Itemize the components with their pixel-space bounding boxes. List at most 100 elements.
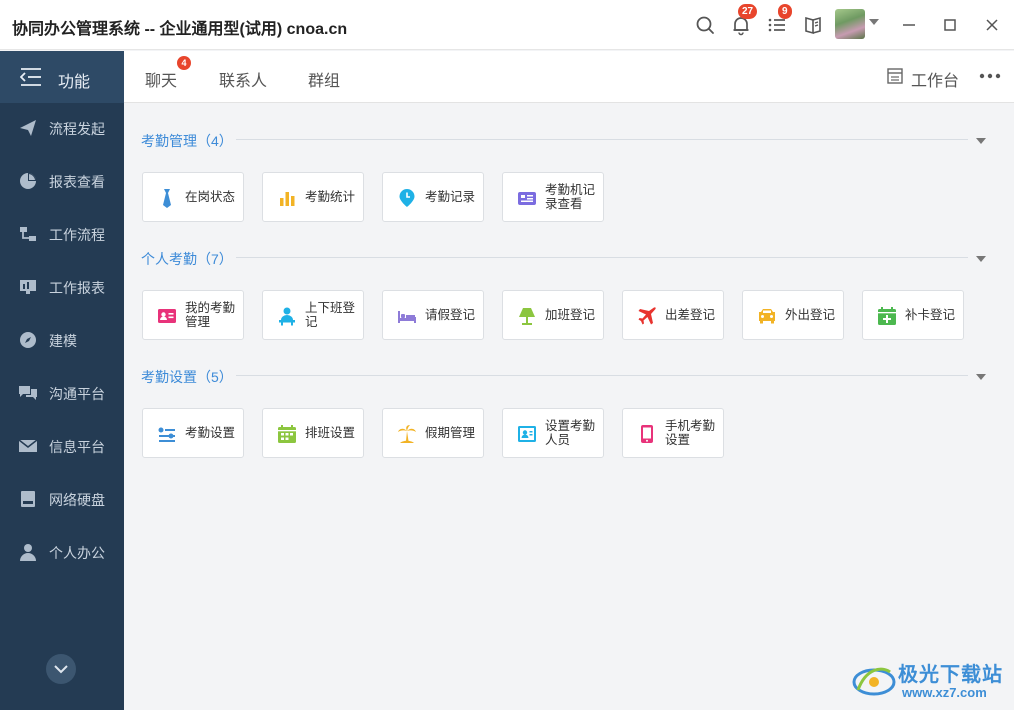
sidebar-expand-button[interactable] (46, 654, 76, 684)
section-divider (236, 257, 968, 258)
send-icon (20, 120, 36, 136)
sidebar-item-label: 建模 (49, 333, 77, 349)
chevron-down-icon[interactable] (869, 19, 879, 25)
app-label: 在岗状态 (185, 190, 236, 204)
app-attendance-stats[interactable]: 考勤统计 (262, 172, 364, 222)
app-attendance-staff-settings[interactable]: 设置考勤人员 (502, 408, 604, 458)
app-clock-in-out[interactable]: 上下班登记 (262, 290, 364, 340)
watermark: 极光下载站 www.xz7.com (852, 656, 1010, 706)
maximize-icon[interactable] (938, 13, 962, 37)
watermark-name: 极光下载站 (898, 664, 1003, 686)
app-label: 考勤统计 (305, 190, 356, 204)
watermark-url: www.xz7.com (902, 685, 987, 700)
chevron-down-icon[interactable] (976, 374, 986, 380)
workbench-label: 工作台 (911, 73, 960, 90)
lamp-icon (519, 308, 535, 325)
sidebar: 功能 流程发起 报表查看 工作流程 工作报表 建模 沟通平台 信息平台 网络硬盘… (0, 51, 124, 710)
sidebar-item-network-disk[interactable]: 网络硬盘 (0, 479, 124, 519)
minimize-icon[interactable] (897, 13, 921, 37)
airplane-icon (638, 307, 656, 325)
app-mobile-attendance-settings[interactable]: 手机考勤设置 (622, 408, 724, 458)
tab-bar: 聊天 4 联系人 群组 工作台 (124, 51, 1014, 103)
tab-groups[interactable]: 群组 (308, 67, 340, 91)
sidebar-header-label: 功能 (58, 74, 91, 91)
sidebar-item-label: 沟通平台 (49, 386, 105, 402)
card-reader-icon (518, 192, 536, 205)
user-desk-icon (279, 307, 295, 326)
bar-chart-icon (280, 192, 295, 206)
app-label: 设置考勤人员 (545, 419, 596, 447)
app-shift-settings[interactable]: 排班设置 (262, 408, 364, 458)
disk-icon (21, 491, 35, 507)
avatar[interactable] (835, 9, 865, 39)
sidebar-item-label: 工作报表 (49, 280, 105, 296)
app-label: 出差登记 (665, 308, 716, 322)
person-icon (20, 544, 36, 561)
sidebar-item-communication[interactable]: 沟通平台 (0, 373, 124, 413)
tasks-badge: 9 (778, 4, 792, 19)
app-business-trip[interactable]: 出差登记 (622, 290, 724, 340)
sidebar-item-label: 信息平台 (49, 439, 105, 455)
app-attendance-record[interactable]: 考勤记录 (382, 172, 484, 222)
notifications-badge: 27 (738, 4, 758, 19)
schedule-icon (278, 425, 296, 443)
app-label: 外出登记 (785, 308, 836, 322)
sidebar-item-process-start[interactable]: 流程发起 (0, 108, 124, 148)
app-label: 我的考勤管理 (185, 301, 236, 329)
app-label: 排班设置 (305, 426, 356, 440)
app-holiday-management[interactable]: 假期管理 (382, 408, 484, 458)
section-divider (236, 375, 968, 376)
sidebar-item-label: 网络硬盘 (49, 492, 105, 508)
app-label: 补卡登记 (905, 308, 956, 322)
app-label: 上下班登记 (305, 301, 356, 329)
chevron-down-icon[interactable] (976, 256, 986, 262)
app-my-attendance[interactable]: 我的考勤管理 (142, 290, 244, 340)
title-bar: 协同办公管理系统 -- 企业通用型(试用) cnoa.cn 27 9 (0, 0, 1014, 50)
sidebar-item-label: 个人办公 (49, 545, 105, 561)
sidebar-item-personal-office[interactable]: 个人办公 (0, 532, 124, 572)
sidebar-item-label: 工作流程 (49, 227, 105, 243)
section-divider (236, 139, 968, 140)
app-label: 考勤记录 (425, 190, 476, 204)
app-machine-record-view[interactable]: 考勤机记录查看 (502, 172, 604, 222)
app-label: 考勤设置 (185, 426, 236, 440)
search-icon[interactable] (693, 13, 717, 37)
more-icon[interactable] (979, 71, 1001, 81)
section-title-attendance-management: 考勤管理（4） (141, 133, 233, 149)
window-title: 协同办公管理系统 -- 企业通用型(试用) cnoa.cn (12, 21, 348, 38)
car-icon (759, 309, 775, 324)
app-card-replenish[interactable]: 补卡登记 (862, 290, 964, 340)
app-label: 假期管理 (425, 426, 476, 440)
sidebar-header[interactable]: 功能 (0, 51, 124, 103)
sidebar-item-label: 报表查看 (49, 174, 105, 190)
close-icon[interactable] (980, 13, 1004, 37)
sidebar-item-workflow[interactable]: 工作流程 (0, 214, 124, 254)
settings-list-icon (158, 427, 175, 442)
sidebar-item-report-view[interactable]: 报表查看 (0, 161, 124, 201)
sidebar-item-information[interactable]: 信息平台 (0, 426, 124, 466)
chevron-down-icon (54, 665, 68, 674)
app-attendance-settings[interactable]: 考勤设置 (142, 408, 244, 458)
app-label: 手机考勤设置 (665, 419, 716, 447)
chat-badge: 4 (177, 56, 191, 70)
sidebar-item-work-report[interactable]: 工作报表 (0, 267, 124, 307)
book-icon[interactable] (801, 13, 825, 37)
app-leave-request[interactable]: 请假登记 (382, 290, 484, 340)
app-on-duty-status[interactable]: 在岗状态 (142, 172, 244, 222)
chevron-down-icon[interactable] (976, 138, 986, 144)
workflow-icon (20, 227, 36, 241)
clock-pin-icon (399, 189, 415, 207)
report-icon (20, 280, 36, 294)
menu-collapse-icon (20, 68, 41, 86)
user-card-icon (518, 426, 536, 442)
bed-icon (398, 311, 416, 323)
compass-icon (20, 332, 36, 348)
app-label: 加班登记 (545, 308, 596, 322)
sidebar-item-modeling[interactable]: 建模 (0, 320, 124, 360)
aurora-logo-icon (852, 667, 896, 696)
app-overtime-request[interactable]: 加班登记 (502, 290, 604, 340)
tab-chat[interactable]: 聊天 (145, 67, 177, 91)
section-title-personal-attendance: 个人考勤（7） (141, 251, 233, 267)
tab-contacts[interactable]: 联系人 (219, 67, 267, 91)
app-go-out[interactable]: 外出登记 (742, 290, 844, 340)
